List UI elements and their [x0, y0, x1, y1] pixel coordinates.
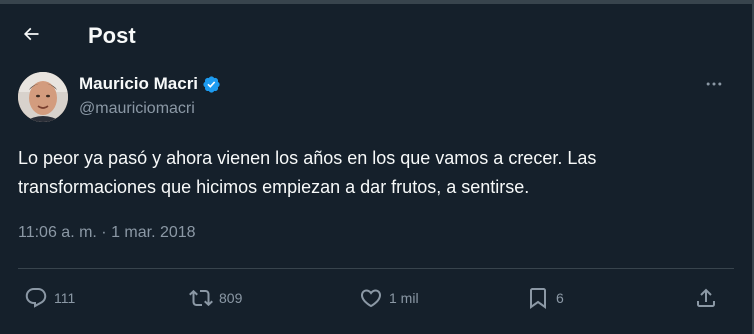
heart-icon — [359, 286, 383, 310]
repost-icon — [189, 286, 213, 310]
repost-button[interactable]: 809 — [189, 284, 242, 312]
arrow-left-icon — [21, 24, 41, 44]
avatar[interactable] — [18, 72, 68, 122]
divider — [18, 268, 734, 269]
bookmark-icon — [526, 286, 550, 310]
page-title: Post — [88, 23, 136, 48]
avatar-photo — [18, 72, 68, 122]
like-button[interactable]: 1 mil — [359, 284, 419, 312]
reply-icon — [24, 286, 48, 310]
share-icon — [694, 286, 718, 310]
bookmark-count: 6 — [556, 290, 564, 306]
author-name[interactable]: Mauricio Macri — [79, 74, 221, 94]
repost-count: 809 — [219, 290, 243, 306]
author-handle[interactable]: @mauriciomacri — [79, 99, 195, 119]
reply-count: 111 — [54, 290, 76, 306]
verified-badge-icon[interactable] — [202, 75, 221, 94]
author-name-text: Mauricio Macri — [79, 74, 199, 93]
share-button[interactable] — [694, 284, 718, 312]
post-text: Lo peor ya pasó y ahora vienen los años … — [18, 148, 597, 197]
post-page: Post Mauricio Macri @mauriciomacri Lo pe… — [0, 0, 754, 334]
reply-button[interactable]: 111 — [24, 284, 75, 312]
like-count: 1 mil — [389, 290, 419, 306]
more-dots-icon — [704, 74, 724, 94]
page-header: Post — [0, 4, 752, 64]
post-timestamp[interactable]: 11:06 a. m. · 1 mar. 2018 — [18, 223, 196, 243]
back-button[interactable] — [12, 15, 50, 53]
more-options-button[interactable] — [700, 72, 728, 96]
bookmark-button[interactable]: 6 — [526, 284, 564, 312]
